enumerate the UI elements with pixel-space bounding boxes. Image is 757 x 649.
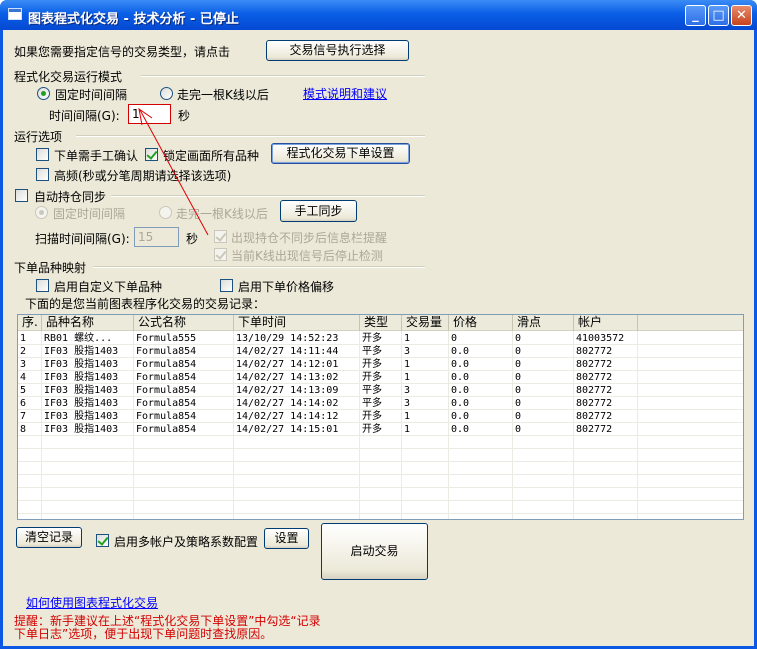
close-button[interactable]: ✕	[731, 5, 752, 26]
dialog-body: 如果您需要指定信号的交易类型，请点击 交易信号执行选择 程式化交易运行模式 固定…	[3, 30, 754, 646]
app-icon	[8, 8, 22, 20]
window-title: 图表程式化交易 - 技术分析 - 已停止	[28, 12, 239, 27]
minimize-button[interactable]: _	[685, 5, 706, 26]
maximize-button[interactable]: □	[708, 5, 729, 26]
annotation-arrow	[138, 107, 209, 236]
title-bar[interactable]: 图表程式化交易 - 技术分析 - 已停止 _ □ ✕	[0, 0, 757, 30]
window: 图表程式化交易 - 技术分析 - 已停止 _ □ ✕ 如果您需要指定信号的交易类…	[0, 0, 757, 649]
